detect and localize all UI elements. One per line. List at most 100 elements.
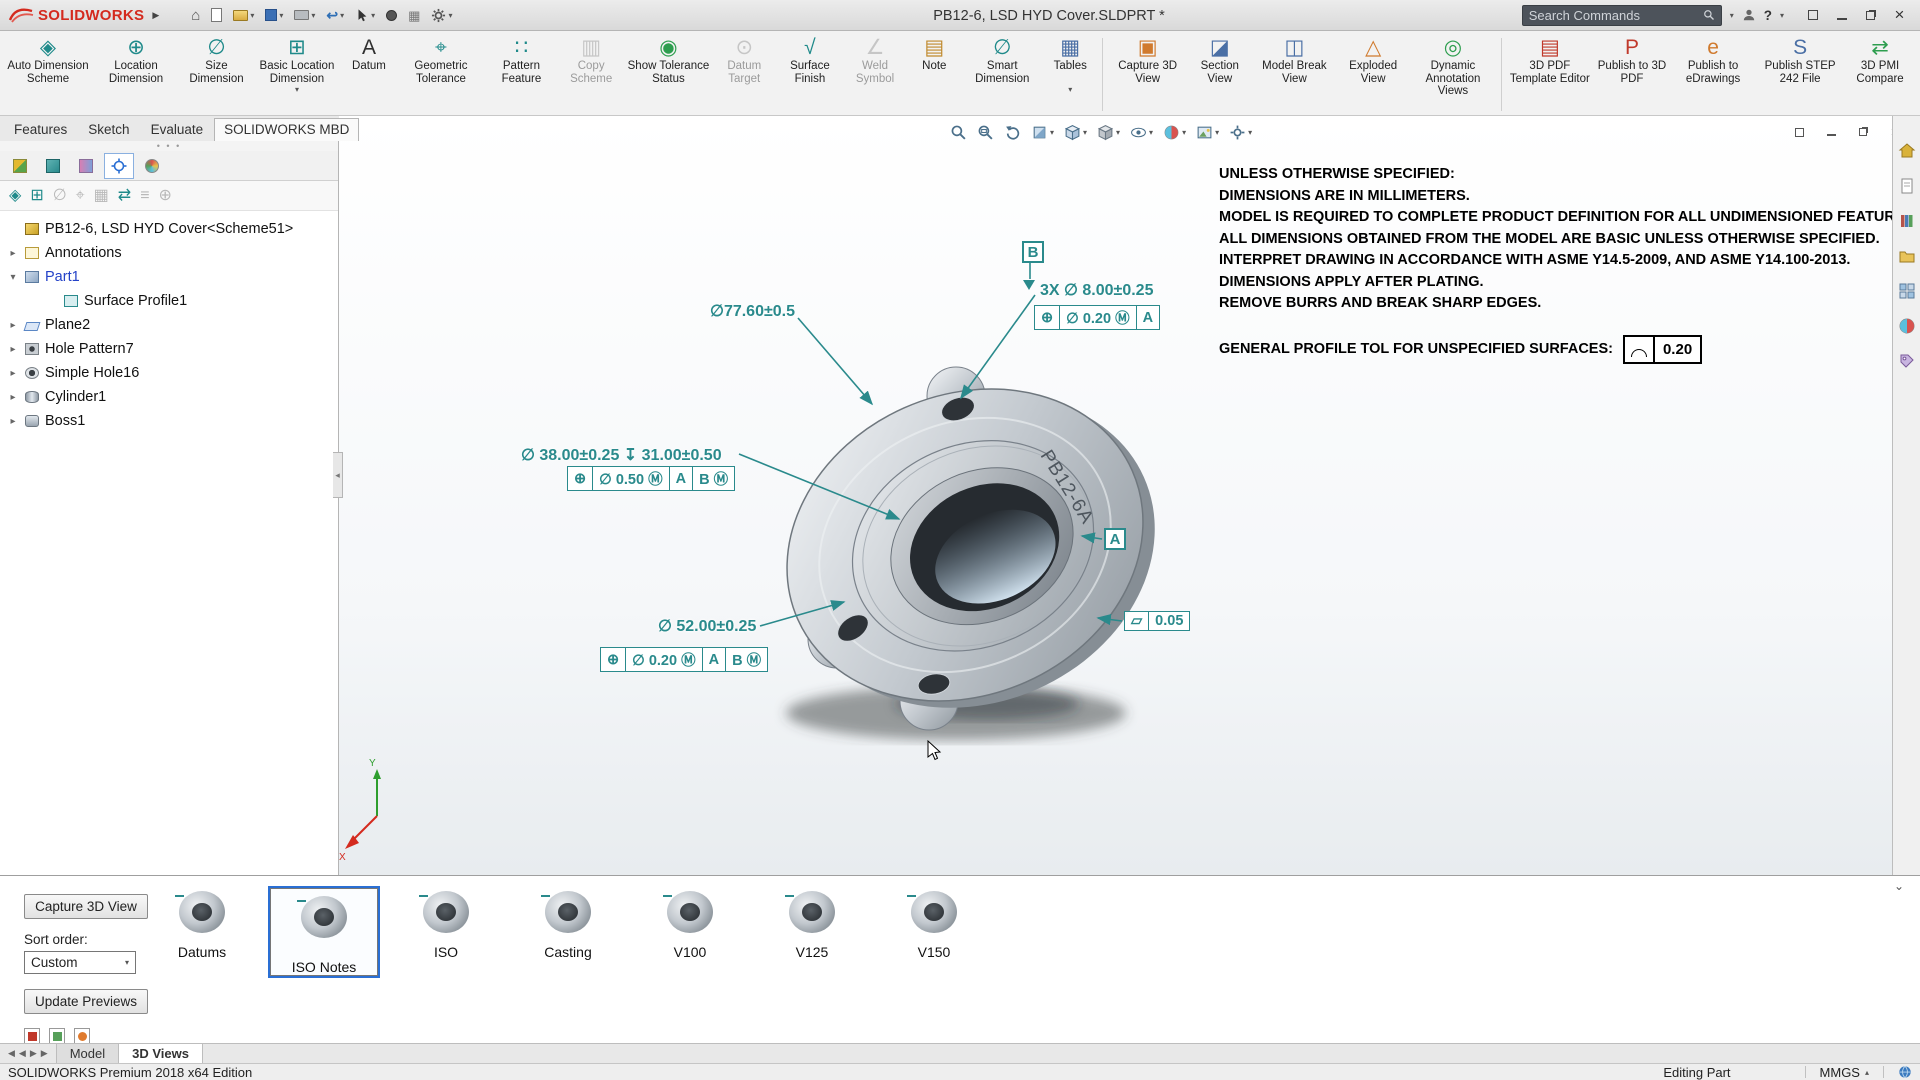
tree-expand-arrow[interactable]: ▸ xyxy=(7,368,19,379)
design-library-button[interactable] xyxy=(1898,212,1916,230)
dimension-dia-77[interactable]: ∅77.60±0.5 xyxy=(710,301,795,321)
minimize-button[interactable] xyxy=(1829,6,1854,25)
fcf-bore[interactable]: ⊕ ∅ 0.50 Ⓜ A B Ⓜ xyxy=(567,466,735,491)
view-orientation-button[interactable]: ▾ xyxy=(1061,121,1090,144)
dimension-groove[interactable]: ∅ 52.00±0.25 xyxy=(658,616,756,636)
toolbar-grid-button[interactable]: ▦ xyxy=(408,9,420,22)
zoom-to-fit-button[interactable] xyxy=(947,121,970,144)
view-thumbnail[interactable]: ISO Notes xyxy=(270,888,378,976)
ribbon-button[interactable]: ∅ Size Dimension xyxy=(180,34,253,115)
publish-edrawings-icon[interactable] xyxy=(74,1028,90,1044)
ribbon-button[interactable]: ▥ Copy Scheme xyxy=(558,34,625,115)
ribbon-button[interactable]: ◫ Model Break View xyxy=(1251,34,1337,115)
tree-item[interactable]: ▸ Plane2 xyxy=(2,313,336,337)
tab-featuremanager[interactable] xyxy=(5,153,35,179)
document-tab[interactable]: 3D Views xyxy=(119,1044,203,1063)
home-button[interactable]: ⌂ xyxy=(191,8,200,23)
view-thumbnail[interactable]: V125 xyxy=(758,884,866,972)
update-previews-button[interactable]: Update Previews xyxy=(24,989,148,1014)
datum-b-box[interactable]: B xyxy=(1022,241,1044,263)
doc-close-button[interactable]: × xyxy=(1885,124,1892,140)
file-explorer-button[interactable] xyxy=(1898,247,1916,265)
commandmanager-tab[interactable]: Sketch xyxy=(78,118,139,141)
ribbon-button[interactable]: e Publish to eDrawings xyxy=(1670,34,1756,115)
ribbon-button[interactable]: ⊞ Basic Location Dimension ▾ xyxy=(253,34,341,115)
ribbon-button[interactable]: A Datum xyxy=(341,34,397,115)
dimxpert-tool-icon[interactable]: ◈ xyxy=(9,188,21,204)
dimxpert-tool-icon[interactable]: ⇄ xyxy=(118,188,131,204)
ribbon-button[interactable]: P Publish to 3D PDF xyxy=(1594,34,1670,115)
dimxpert-tool-icon[interactable]: ≡ xyxy=(140,188,149,204)
options-button[interactable]: ▾ xyxy=(431,8,452,23)
ribbon-button[interactable]: ▣ Capture 3D View xyxy=(1107,34,1188,115)
publish-3d-pdf-icon[interactable] xyxy=(24,1028,40,1044)
tab-nav-last-icon[interactable]: ▶ xyxy=(41,1048,48,1059)
search-caret-icon[interactable]: ▾ xyxy=(1730,11,1734,20)
panel-collapse-chevron[interactable]: ⌄ xyxy=(1894,879,1904,893)
units-selector[interactable]: MMGS ▴ xyxy=(1820,1065,1869,1080)
appearances-scenes-button[interactable] xyxy=(1898,317,1916,335)
dimxpert-tool-icon[interactable]: ⊕ xyxy=(159,188,172,204)
fcf-holes[interactable]: ⊕ ∅ 0.20 Ⓜ A xyxy=(1034,305,1160,330)
tree-expand-arrow[interactable]: ▸ xyxy=(7,344,19,355)
ribbon-button[interactable]: ∠ Weld Symbol xyxy=(844,34,907,115)
panel-collapse-handle[interactable]: ◂ xyxy=(333,452,343,498)
help-button[interactable]: ? xyxy=(1764,8,1772,23)
dimxpert-tool-icon[interactable]: ▦ xyxy=(94,188,109,204)
tab-propertymanager[interactable] xyxy=(38,153,68,179)
publish-step-icon[interactable] xyxy=(49,1028,65,1044)
solidworks-resources-button[interactable] xyxy=(1898,177,1916,195)
profile-tolerance-frame[interactable]: 0.20 xyxy=(1623,335,1702,365)
zoom-to-area-button[interactable] xyxy=(974,121,997,144)
datum-a-box[interactable]: A xyxy=(1104,528,1126,550)
doc-fullscreen-button[interactable] xyxy=(1789,124,1809,140)
commandmanager-tab[interactable]: Features xyxy=(4,118,77,141)
user-icon[interactable] xyxy=(1742,8,1756,22)
macro-record-button[interactable] xyxy=(386,10,397,21)
undo-button[interactable]: ↩▾ xyxy=(326,8,344,22)
tab-configurationmanager[interactable] xyxy=(71,153,101,179)
dimxpert-tool-icon[interactable]: ⌖ xyxy=(76,188,85,204)
view-thumbnail[interactable]: Datums xyxy=(148,884,256,972)
help-caret-icon[interactable]: ▾ xyxy=(1780,11,1784,20)
tree-item[interactable]: ▸ Cylinder1 xyxy=(2,385,336,409)
select-tool-button[interactable]: ▾ xyxy=(355,8,375,23)
menu-expand-arrow[interactable]: ▶ xyxy=(152,10,159,21)
view-thumbnail[interactable]: V100 xyxy=(636,884,744,972)
tab-displaymanager[interactable] xyxy=(137,153,167,179)
tab-nav-prev-icon[interactable]: ◀ xyxy=(19,1048,26,1059)
ribbon-button[interactable]: ◈ Auto Dimension Scheme xyxy=(4,34,92,115)
previous-view-button[interactable] xyxy=(1001,121,1024,144)
view-palette-button[interactable] xyxy=(1898,282,1916,300)
tree-item[interactable]: ▾ Part1 xyxy=(2,265,336,289)
fcf-groove[interactable]: ⊕ ∅ 0.20 Ⓜ A B Ⓜ xyxy=(600,647,768,672)
dimension-holes-3x[interactable]: 3X ∅ 8.00±0.25 xyxy=(1040,280,1153,300)
doc-minimize-button[interactable] xyxy=(1821,124,1841,140)
save-button[interactable]: ▾ xyxy=(265,9,283,21)
search-commands-box[interactable]: Search Commands xyxy=(1522,5,1722,26)
section-view-button[interactable]: ▾ xyxy=(1028,121,1057,144)
view-settings-button[interactable]: ▾ xyxy=(1226,121,1255,144)
dimxpert-tool-icon[interactable]: ⊞ xyxy=(30,188,43,204)
ribbon-button[interactable]: ⊕ Location Dimension xyxy=(92,34,180,115)
new-document-button[interactable] xyxy=(211,8,222,22)
panel-grip[interactable]: • • • xyxy=(0,141,338,151)
tree-item[interactable]: ▸ Simple Hole16 xyxy=(2,361,336,385)
ribbon-button[interactable]: ⌖ Geometric Tolerance xyxy=(397,34,485,115)
ribbon-button[interactable]: ∷ Pattern Feature xyxy=(485,34,558,115)
tree-expand-arrow[interactable]: ▸ xyxy=(7,248,19,259)
edit-appearance-button[interactable]: ▾ xyxy=(1160,121,1189,144)
tab-dimxpertmanager[interactable] xyxy=(104,153,134,179)
sort-order-select[interactable]: Custom ▾ xyxy=(24,951,136,974)
ribbon-button[interactable]: ◎ Dynamic Annotation Views xyxy=(1409,34,1497,115)
status-globe-icon[interactable] xyxy=(1898,1065,1912,1079)
tab-nav-first-icon[interactable]: ◀ xyxy=(8,1048,15,1059)
tree-item[interactable]: ▸ Annotations xyxy=(2,241,336,265)
apply-scene-button[interactable]: ▾ xyxy=(1193,121,1222,144)
ribbon-button[interactable]: ⊙ Datum Target xyxy=(712,34,776,115)
display-style-button[interactable]: ▾ xyxy=(1094,121,1123,144)
ribbon-button[interactable]: S Publish STEP 242 File xyxy=(1756,34,1844,115)
restore-button[interactable] xyxy=(1858,6,1883,25)
print-button[interactable]: ▾ xyxy=(294,10,315,20)
fullscreen-button[interactable] xyxy=(1800,6,1825,25)
